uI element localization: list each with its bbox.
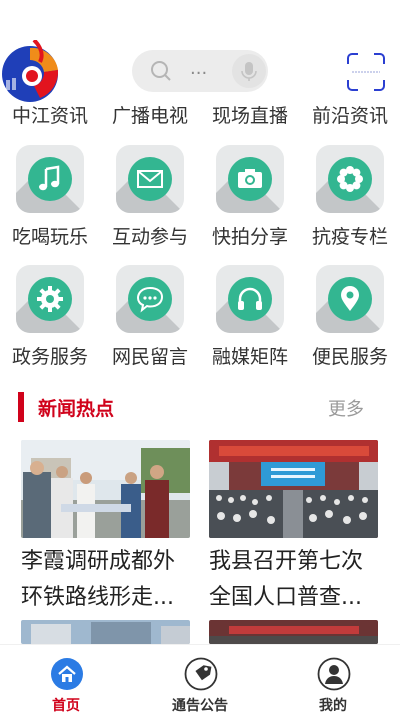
chat-bubble-icon bbox=[136, 286, 164, 313]
headphones-icon bbox=[238, 287, 262, 310]
grid-row2-labels: 政务服务 网民留言 融媒矩阵 便民服务 bbox=[0, 342, 400, 372]
news-title[interactable]: 我县召开第七次 bbox=[209, 544, 381, 580]
news-title[interactable]: 全国人口普查... bbox=[209, 580, 381, 616]
user-icon bbox=[317, 657, 351, 691]
news-thumbnail[interactable] bbox=[209, 620, 378, 644]
grid-item-convenience-services[interactable] bbox=[316, 265, 384, 333]
grid-item-government-services[interactable] bbox=[16, 265, 84, 333]
bottom-tab-bar: 首页 通告公告 我的 bbox=[0, 644, 400, 721]
search-icon bbox=[151, 61, 171, 81]
location-pin-icon bbox=[341, 286, 359, 311]
link-zhongjiang-news[interactable]: 中江资讯 bbox=[0, 101, 100, 128]
scan-button[interactable] bbox=[344, 50, 388, 94]
grid-row1-labels: 吃喝玩乐 互动参与 快拍分享 抗疫专栏 bbox=[0, 222, 400, 252]
envelope-icon bbox=[137, 170, 163, 188]
news-more-link[interactable]: 更多 bbox=[328, 395, 364, 421]
news-title[interactable]: 环铁路线形走... bbox=[21, 580, 193, 616]
section-accent-bar bbox=[18, 392, 24, 422]
link-broadcast-tv[interactable]: 广播电视 bbox=[100, 101, 200, 128]
grid-label[interactable]: 便民服务 bbox=[300, 342, 400, 369]
news-section-header: 新闻热点 更多 bbox=[18, 392, 388, 422]
tab-label: 我的 bbox=[319, 698, 347, 714]
news-title[interactable]: 李霞调研成都外 bbox=[21, 544, 193, 580]
grid-item-media-matrix[interactable] bbox=[216, 265, 284, 333]
top-links-row: 中江资讯 广播电视 现场直播 前沿资讯 bbox=[0, 101, 400, 131]
header: ... bbox=[0, 0, 400, 105]
grid-item-entertainment[interactable] bbox=[16, 145, 84, 213]
camera-icon bbox=[238, 169, 262, 188]
grid-label[interactable]: 抗疫专栏 bbox=[300, 222, 400, 249]
grid-label[interactable]: 网民留言 bbox=[100, 342, 200, 369]
app-logo[interactable] bbox=[0, 38, 66, 104]
voice-search-button[interactable] bbox=[232, 54, 266, 88]
grid-item-netizen-messages[interactable] bbox=[116, 265, 184, 333]
grid-item-epidemic-column[interactable] bbox=[316, 145, 384, 213]
grid-item-interaction[interactable] bbox=[116, 145, 184, 213]
news-thumbnail[interactable] bbox=[21, 440, 190, 538]
tab-profile[interactable]: 我的 bbox=[278, 645, 388, 721]
grid-label[interactable]: 互动参与 bbox=[100, 222, 200, 249]
news-thumbnail[interactable] bbox=[209, 440, 378, 538]
grid-label[interactable]: 快拍分享 bbox=[200, 222, 300, 249]
news-thumbnail[interactable] bbox=[21, 620, 190, 644]
tab-notices[interactable]: 通告公告 bbox=[145, 645, 255, 721]
grid-item-snapshot-share[interactable] bbox=[216, 145, 284, 213]
link-live-stream[interactable]: 现场直播 bbox=[200, 101, 300, 128]
news-section-title: 新闻热点 bbox=[38, 398, 115, 420]
grid-label[interactable]: 吃喝玩乐 bbox=[0, 222, 100, 249]
gear-icon bbox=[37, 286, 63, 312]
grid-label[interactable]: 融媒矩阵 bbox=[200, 342, 300, 369]
home-icon bbox=[51, 658, 83, 690]
tab-home[interactable]: 首页 bbox=[11, 645, 121, 721]
search-placeholder: ... bbox=[190, 58, 208, 79]
link-frontier-news[interactable]: 前沿资讯 bbox=[300, 101, 400, 128]
microphone-icon bbox=[241, 62, 257, 81]
flower-icon bbox=[337, 166, 363, 192]
tag-icon bbox=[184, 657, 218, 691]
grid-label[interactable]: 政务服务 bbox=[0, 342, 100, 369]
scan-icon bbox=[347, 53, 385, 91]
tab-label: 通告公告 bbox=[172, 698, 228, 714]
music-note-icon bbox=[39, 165, 60, 191]
tab-label: 首页 bbox=[52, 698, 80, 714]
